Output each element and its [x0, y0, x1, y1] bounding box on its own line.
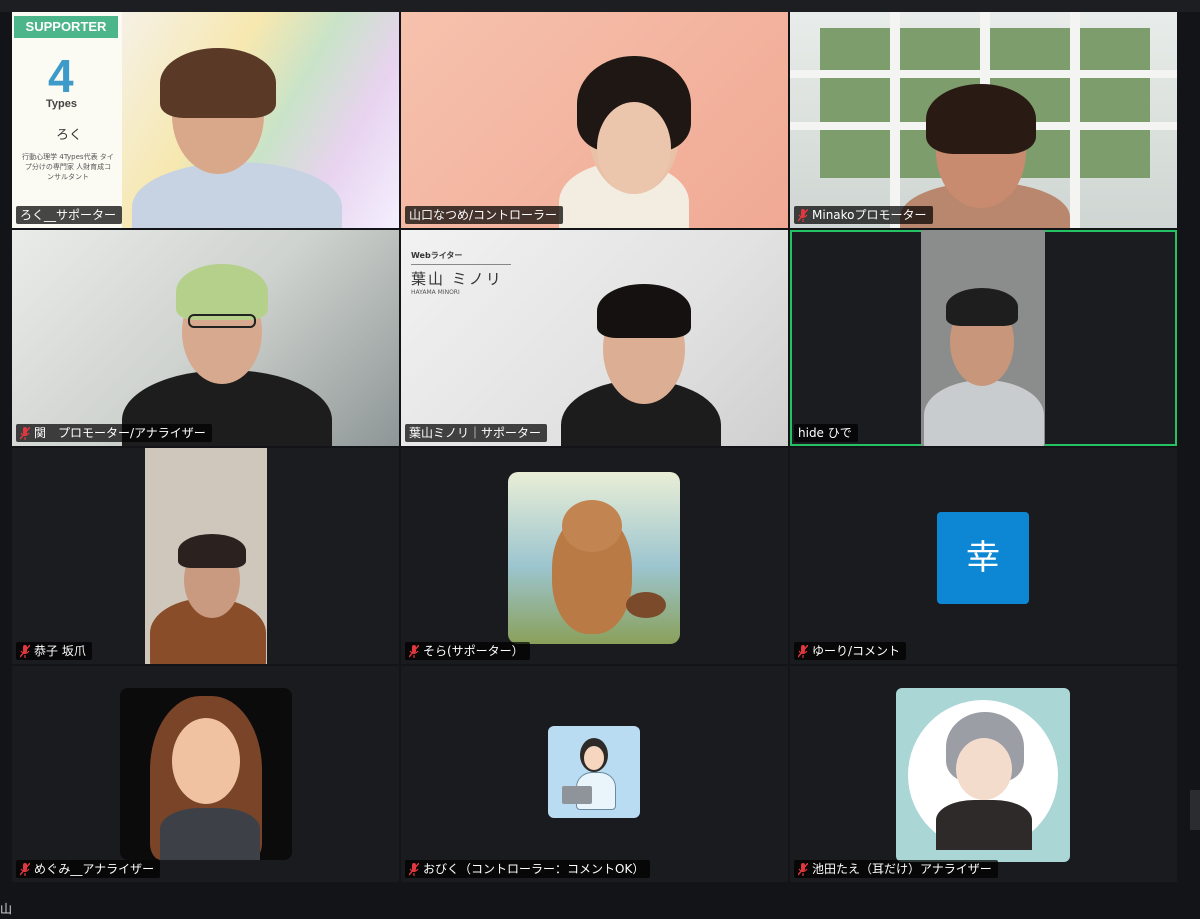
window-frame [890, 12, 900, 228]
participant-tile-ikeda[interactable]: 池田たえ（耳だけ）アナライザー [790, 666, 1177, 882]
participant-name: 葉山ミノリ｜サポーター [409, 426, 542, 440]
side-panel-handle[interactable] [1190, 790, 1200, 830]
muted-mic-icon [798, 644, 808, 658]
supporter-banner: SUPPORTER 4 Types ろく 行動心理学 4Types代表 タイプ分… [12, 12, 122, 228]
window-top-bar [0, 0, 1200, 12]
participant-tile-minako[interactable]: Minakoプロモーター [790, 12, 1177, 228]
4types-logo-text: Types [46, 98, 77, 110]
participant-tile-yamaguchi[interactable]: 山口なつめ/コントローラー [401, 12, 788, 228]
beaver-avatar [508, 472, 680, 644]
participant-tile-hayama[interactable]: Webライター 葉山 ミノリ HAYAMA MINORI 葉山ミノリ｜サポーター [401, 230, 788, 446]
participant-name-tag: 恭子 坂爪 [16, 642, 92, 660]
participant-tile-yuri[interactable]: 幸 ゆーり/コメント [790, 448, 1177, 664]
beaver-tail [626, 592, 666, 618]
participant-tile-roku[interactable]: SUPPORTER 4 Types ろく 行動心理学 4Types代表 タイプ分… [12, 12, 399, 228]
supporter-label: SUPPORTER [14, 16, 118, 38]
writer-title: Webライター [411, 251, 463, 260]
avatar-face [956, 738, 1012, 800]
participant-name-tag: Minakoプロモーター [794, 206, 933, 224]
participant-face-front [597, 102, 671, 194]
participant-name-tag: 池田たえ（耳だけ）アナライザー [794, 860, 998, 878]
participant-name: おびく（コントローラー：コメントOK） [423, 862, 645, 876]
participant-name: 山口なつめ/コントローラー [409, 208, 558, 222]
participant-name-tag: hide ひで [794, 424, 858, 442]
participant-name-tag: ゆーり/コメント [794, 642, 907, 660]
participant-tile-obiku[interactable]: おびく（コントローラー：コメントOK） [401, 666, 788, 882]
participant-tile-sora[interactable]: そら(サポーター） [401, 448, 788, 664]
participant-name: そら(サポーター） [423, 644, 524, 658]
initial-avatar: 幸 [937, 512, 1029, 604]
video-gallery: SUPPORTER 4 Types ろく 行動心理学 4Types代表 タイプ分… [12, 12, 1177, 909]
avatar-shirt [936, 800, 1032, 850]
participant-hair [926, 84, 1036, 154]
participant-name-tag: 山口なつめ/コントローラー [405, 206, 564, 224]
laptop-icon [562, 786, 592, 804]
muted-mic-icon [798, 208, 808, 222]
window-frame [1070, 12, 1080, 228]
muted-mic-icon [409, 862, 419, 876]
participant-name-tag: 葉山ミノリ｜サポーター [405, 424, 548, 442]
glasses-icon [188, 314, 256, 328]
participant-name: ゆーり/コメント [812, 644, 901, 658]
participant-name: ろく__サポーター [20, 208, 117, 222]
participant-name: めぐみ__アナライザー [34, 862, 155, 876]
participant-name-tag: めぐみ__アナライザー [16, 860, 161, 878]
avatar-jacket [160, 808, 260, 860]
window-frame [790, 70, 1177, 78]
participant-tile-megumi[interactable]: めぐみ__アナライザー [12, 666, 399, 882]
muted-mic-icon [20, 644, 30, 658]
avatar-face [172, 718, 240, 804]
participant-name-tag: 関 プロモーター/アナライザー [16, 424, 212, 442]
supporter-description: 行動心理学 4Types代表 タイプ分けの専門家 人財育成コンサルタント [22, 153, 114, 181]
muted-mic-icon [20, 862, 30, 876]
participant-tile-sakazume[interactable]: 恭子 坂爪 [12, 448, 399, 664]
participant-name: 池田たえ（耳だけ）アナライザー [812, 862, 992, 876]
participant-name-tag: おびく（コントローラー：コメントOK） [405, 860, 651, 878]
participant-name: hide ひで [798, 426, 852, 440]
participant-name: 恭子 坂爪 [34, 644, 86, 658]
writer-banner: Webライター 葉山 ミノリ HAYAMA MINORI [411, 250, 521, 310]
participant-hair [160, 48, 276, 118]
4types-logo: 4 [48, 50, 74, 102]
muted-mic-icon [409, 644, 419, 658]
participant-name-tag: そら(サポーター） [405, 642, 530, 660]
illustrated-avatar [896, 688, 1070, 862]
participant-tile-seki[interactable]: 関 プロモーター/アナライザー [12, 230, 399, 446]
writer-name: 葉山 ミノリ [411, 270, 503, 288]
participant-hair [178, 534, 246, 568]
participant-hair [946, 288, 1018, 326]
beaver-head [562, 500, 622, 552]
participant-tile-hide[interactable]: hide ひで [790, 230, 1177, 446]
muted-mic-icon [798, 862, 808, 876]
supporter-name: ろく [56, 128, 83, 143]
participant-hair [597, 284, 691, 338]
illustrated-avatar [548, 726, 640, 818]
avatar-face [584, 746, 604, 770]
writer-romaji: HAYAMA MINORI [411, 289, 460, 296]
illustrated-avatar [120, 688, 292, 860]
participant-name-tag: ろく__サポーター [16, 206, 123, 224]
participant-headwrap [176, 264, 268, 320]
participant-name: 関 プロモーター/アナライザー [34, 426, 206, 440]
muted-mic-icon [20, 426, 30, 440]
participant-shirt [924, 380, 1044, 446]
divider [411, 264, 511, 265]
bottom-edge-text: 山 [0, 902, 13, 916]
participant-name: Minakoプロモーター [812, 208, 927, 222]
